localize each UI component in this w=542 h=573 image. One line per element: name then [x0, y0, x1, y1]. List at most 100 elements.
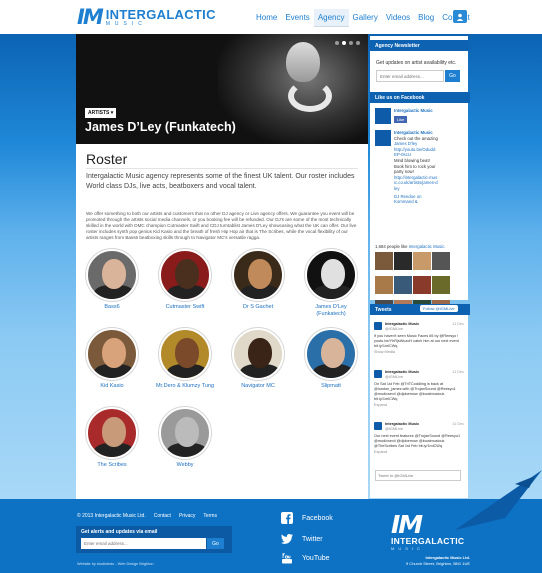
facebook-post-author[interactable]: Intergalactic Music — [394, 130, 438, 136]
facebook-fan-avatar[interactable] — [375, 276, 393, 294]
facebook-fan-avatar[interactable] — [413, 276, 431, 294]
tweet-time[interactable]: 11 Dec — [452, 422, 464, 427]
artist-photo[interactable] — [305, 328, 357, 380]
tweet-compose-input[interactable] — [375, 470, 461, 481]
artist-photo[interactable] — [232, 249, 284, 301]
artist-card[interactable]: James D'Ley (Funkatech) — [301, 249, 361, 318]
facebook-fan-avatar[interactable] — [394, 276, 412, 294]
tweet-avatar[interactable] — [374, 422, 382, 430]
social-twitter[interactable]: Twitter — [281, 533, 323, 545]
newsletter-email-input[interactable] — [376, 70, 444, 82]
footer-email-input[interactable] — [81, 538, 206, 549]
facebook-footer-link[interactable]: DJ Reedoe on Kommand & — [394, 194, 438, 205]
tweet-action[interactable]: Show Media — [374, 350, 464, 355]
artist-card[interactable]: Kid Kasio — [82, 328, 142, 390]
facebook-like-button[interactable]: Like — [394, 116, 408, 123]
tweet-avatar[interactable] — [374, 322, 382, 330]
tweet-time[interactable]: 11 Dec — [452, 370, 464, 375]
artist-photo[interactable] — [86, 328, 138, 380]
artist-photo-face — [175, 338, 199, 368]
artist-name[interactable]: Slipmatt — [301, 383, 361, 390]
nav-home[interactable]: Home — [252, 9, 281, 27]
newsletter-box: Agency Newsletter Get updates on artist … — [370, 36, 470, 90]
social-youtube[interactable]: YouTube — [281, 552, 330, 564]
site-logo[interactable]: IM INTERGALACTIC MUSIC — [77, 6, 216, 28]
roster-intro: Intergalactic Music agency represents so… — [86, 173, 355, 190]
facebook-fan-avatar[interactable] — [413, 252, 431, 270]
facebook-post-link[interactable]: http://youtu.be/OduddEP-0scU — [394, 147, 438, 158]
slide-dot[interactable] — [349, 41, 353, 45]
artist-photo[interactable] — [305, 249, 357, 301]
slide-dot[interactable] — [335, 41, 339, 45]
artist-photo[interactable] — [86, 407, 138, 459]
slide-dot[interactable] — [356, 41, 360, 45]
tweet-avatar[interactable] — [374, 370, 382, 378]
artist-name[interactable]: James D'Ley (Funkatech) — [301, 304, 361, 318]
user-icon[interactable] — [453, 10, 467, 23]
artist-card[interactable]: Navigator MC — [228, 328, 288, 390]
hero-title: James D’Ley (Funkatech) — [85, 120, 236, 134]
artist-photo[interactable] — [86, 249, 138, 301]
hero-slider[interactable]: ARTISTS ▾ James D’Ley (Funkatech) — [76, 34, 368, 144]
artist-name[interactable]: Bass6 — [82, 304, 142, 311]
artist-card[interactable]: Slipmatt — [301, 328, 361, 390]
artist-name[interactable]: Cutmaster Swift — [155, 304, 215, 311]
artist-card[interactable]: Dr S Gachet — [228, 249, 288, 311]
roster-body: We offer something to both our artists a… — [86, 211, 357, 240]
tweet-action[interactable]: Expand — [374, 450, 464, 455]
tweet-handle[interactable]: @IGMLive — [385, 427, 464, 432]
tweet-time[interactable]: 11 Dec — [452, 322, 464, 327]
facebook-heading: Like us on Facebook — [370, 92, 470, 103]
social-facebook[interactable]: Facebook — [281, 512, 333, 524]
artist-name[interactable]: Dr S Gachet — [228, 304, 288, 311]
tweet-author[interactable]: Intergalactic Music — [385, 322, 419, 326]
nav-events[interactable]: Events — [281, 9, 313, 27]
footer-link-terms[interactable]: Terms — [203, 513, 217, 519]
twitter-follow-button[interactable]: Follow @IGMLive — [420, 305, 458, 312]
artist-name[interactable]: Navigator MC — [228, 383, 288, 390]
tweet[interactable]: Intergalactic Music 11 Dec @IGMLive On Sat… — [374, 370, 464, 408]
hero-tag[interactable]: ARTISTS ▾ — [85, 108, 117, 118]
artist-card[interactable]: The Scribes — [82, 407, 142, 469]
artist-name[interactable]: Mr.Dero & Klumzy Tung — [155, 383, 215, 390]
logo-mark: IM — [77, 5, 104, 29]
tweet[interactable]: Intergalactic Music 11 Dec @IGMLive Our ne… — [374, 422, 464, 455]
facebook-fan-avatar[interactable] — [432, 276, 450, 294]
rocket-plane-graphic — [455, 470, 542, 530]
footer-go-button[interactable]: Go — [207, 538, 224, 549]
facebook-page-avatar[interactable] — [375, 108, 391, 124]
artist-card[interactable]: Cutmaster Swift — [155, 249, 215, 311]
facebook-post-link[interactable]: http://intergalactic-music.co.uk/artists… — [394, 175, 438, 192]
artist-card[interactable]: Webby — [155, 407, 215, 469]
artist-photo[interactable] — [159, 328, 211, 380]
artist-photo[interactable] — [159, 407, 211, 459]
facebook-page-name[interactable]: Intergalactic Music — [394, 108, 433, 114]
footer-link-privacy[interactable]: Privacy — [179, 513, 195, 519]
artist-name[interactable]: The Scribes — [82, 462, 142, 469]
tweet-handle[interactable]: @IGMLive — [385, 327, 464, 332]
tweet-author[interactable]: Intergalactic Music — [385, 370, 419, 374]
footer-link-contact[interactable]: Contact — [154, 513, 171, 519]
artist-name[interactable]: Webby — [155, 462, 215, 469]
nav-agency[interactable]: Agency — [313, 9, 349, 27]
nav-gallery[interactable]: Gallery — [349, 9, 382, 27]
artist-name[interactable]: Kid Kasio — [82, 383, 142, 390]
footer-credit[interactable]: Website by studiotedo - Web Design Brigh… — [77, 562, 153, 566]
footer-signup-label: Get alerts and updates via email — [81, 529, 158, 535]
nav-blog[interactable]: Blog — [414, 9, 438, 27]
tweet-action[interactable]: Expand — [374, 403, 464, 408]
artist-photo[interactable] — [159, 249, 211, 301]
tweet-handle[interactable]: @IGMLive — [385, 375, 464, 380]
social-youtube-label: YouTube — [302, 554, 330, 562]
artist-photo[interactable] — [232, 328, 284, 380]
artist-card[interactable]: Bass6 — [82, 249, 142, 311]
facebook-fan-avatar[interactable] — [375, 252, 393, 270]
nav-videos[interactable]: Videos — [382, 9, 414, 27]
facebook-fan-avatar[interactable] — [432, 252, 450, 270]
tweet-author[interactable]: Intergalactic Music — [385, 422, 419, 426]
tweet[interactable]: Intergalactic Music 11 Dec @IGMLive If you… — [374, 322, 464, 355]
artist-card[interactable]: Mr.Dero & Klumzy Tung — [155, 328, 215, 390]
facebook-fan-avatar[interactable] — [394, 252, 412, 270]
newsletter-go-button[interactable]: Go — [445, 70, 460, 82]
slide-dot-active[interactable] — [342, 41, 346, 45]
